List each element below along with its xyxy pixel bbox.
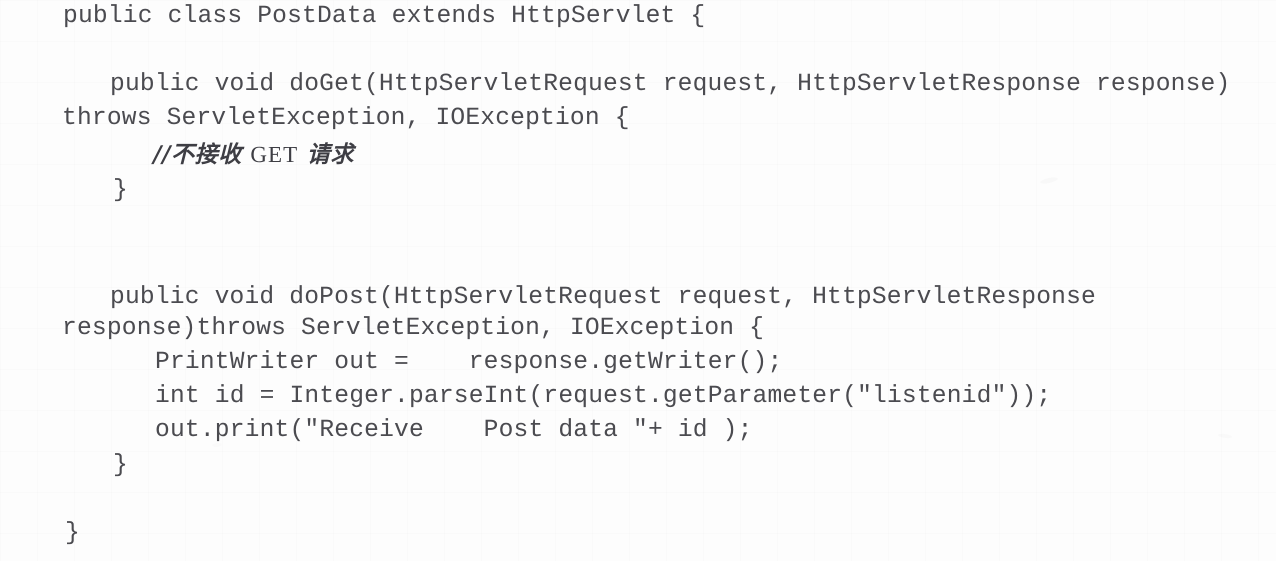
code-line-doget-comment: //不接收 GET 请求 bbox=[153, 141, 354, 168]
code-line-class-declaration: public class PostData extends HttpServle… bbox=[63, 3, 706, 30]
code-line-doget-close-brace: } bbox=[113, 177, 128, 204]
code-line-doget-signature: public void doGet(HttpServletRequest req… bbox=[110, 71, 1231, 98]
code-line-dopost-close-brace: } bbox=[113, 452, 128, 479]
code-line-parse-id-stmt: int id = Integer.parseInt(request.getPar… bbox=[155, 383, 1052, 410]
scanned-page: public class PostData extends HttpServle… bbox=[0, 0, 1276, 561]
code-line-dopost-throws: response)throws ServletException, IOExce… bbox=[62, 315, 765, 342]
code-listing: public class PostData extends HttpServle… bbox=[0, 0, 1276, 561]
code-line-printwriter-stmt: PrintWriter out = response.getWriter(); bbox=[155, 349, 783, 376]
code-line-out-print-stmt: out.print("Receive Post data "+ id ); bbox=[155, 417, 753, 444]
code-line-class-close-brace: } bbox=[65, 520, 80, 547]
code-line-doget-throws: throws ServletException, IOException { bbox=[62, 105, 630, 132]
code-line-dopost-signature: public void doPost(HttpServletRequest re… bbox=[110, 284, 1096, 311]
comment-latin-token: GET bbox=[250, 142, 299, 167]
